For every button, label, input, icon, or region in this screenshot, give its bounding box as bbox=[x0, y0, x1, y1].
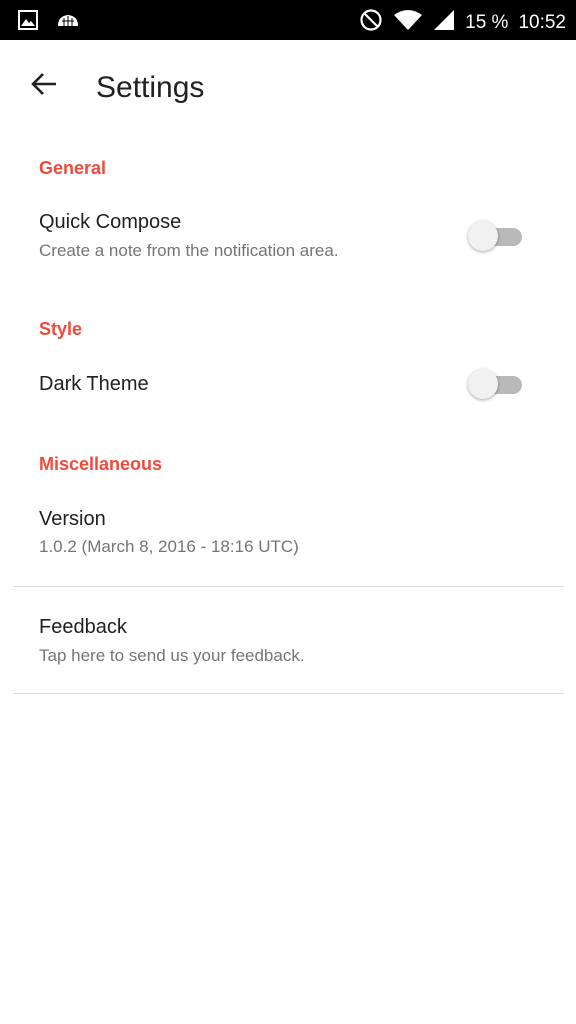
status-bar: 15 % 10:52 bbox=[0, 0, 576, 40]
status-bar-right: 15 % 10:52 bbox=[359, 8, 566, 37]
clock: 10:52 bbox=[518, 11, 566, 33]
section-header-style: Style bbox=[39, 319, 83, 339]
version-title: Version bbox=[39, 508, 106, 530]
switch-thumb bbox=[468, 221, 498, 251]
image-icon bbox=[18, 10, 38, 35]
quick-compose-title: Quick Compose bbox=[39, 211, 182, 233]
version-summary: 1.0.2 (March 8, 2016 - 18:16 UTC) bbox=[39, 537, 299, 556]
divider bbox=[13, 693, 564, 694]
cloud-icon bbox=[56, 12, 80, 33]
quick-compose-switch[interactable] bbox=[468, 220, 524, 252]
battery-percent: 15 % bbox=[465, 11, 509, 33]
status-bar-left-icons bbox=[18, 10, 80, 35]
signal-icon bbox=[433, 9, 455, 36]
quick-compose-summary: Create a note from the notification area… bbox=[39, 241, 339, 260]
do-not-disturb-icon bbox=[359, 8, 383, 37]
feedback-title: Feedback bbox=[39, 616, 127, 638]
app-bar: Settings bbox=[0, 40, 576, 134]
back-button[interactable] bbox=[20, 62, 68, 110]
page-title: Settings bbox=[96, 71, 205, 104]
wifi-icon bbox=[393, 9, 423, 36]
feedback-summary: Tap here to send us your feedback. bbox=[39, 646, 305, 665]
section-header-miscellaneous: Miscellaneous bbox=[39, 454, 163, 474]
feedback-row[interactable] bbox=[0, 587, 576, 693]
dark-theme-switch[interactable] bbox=[468, 368, 524, 400]
section-header-general: General bbox=[39, 158, 107, 178]
arrow-back-icon bbox=[30, 72, 58, 101]
dark-theme-title: Dark Theme bbox=[39, 373, 149, 395]
switch-thumb bbox=[468, 369, 498, 399]
